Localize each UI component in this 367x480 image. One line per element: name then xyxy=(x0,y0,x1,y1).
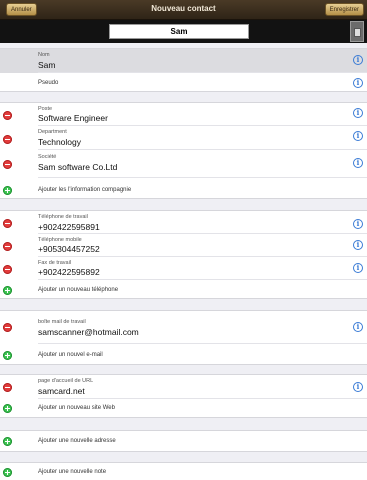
nickname-label: Pseudo xyxy=(38,80,59,86)
add-address-row[interactable]: Ajouter une nouvelle adresse xyxy=(0,431,367,453)
email-label: boîte mail de travail xyxy=(38,319,86,325)
position-label: Poste xyxy=(38,106,53,112)
company-label: Société xyxy=(38,154,57,160)
info-icon[interactable]: i xyxy=(353,131,363,141)
phone-field[interactable]: +902422595891 xyxy=(38,222,100,232)
minus-circle-icon[interactable] xyxy=(3,160,12,169)
add-phone-row[interactable]: Ajouter un nouveau téléphone xyxy=(0,280,367,300)
plus-circle-icon[interactable] xyxy=(3,286,12,295)
minus-circle-icon[interactable] xyxy=(3,323,12,332)
minus-circle-icon[interactable] xyxy=(3,135,12,144)
add-email-row[interactable]: Ajouter un nouvel e-mail xyxy=(0,344,367,366)
info-icon[interactable]: i xyxy=(353,78,363,88)
contact-display-name: Sam xyxy=(109,24,249,39)
company-field[interactable]: Sam software Co.Ltd xyxy=(38,162,117,172)
position-field[interactable]: Software Engineer xyxy=(38,113,108,123)
department-row[interactable]: Department Technology i xyxy=(0,126,367,150)
plus-circle-icon[interactable] xyxy=(3,404,12,413)
phone-label: Téléphone mobile xyxy=(38,237,82,243)
department-label: Department xyxy=(38,129,67,135)
plus-circle-icon[interactable] xyxy=(3,468,12,477)
nickname-row[interactable]: Pseudo i xyxy=(0,73,367,93)
add-email-label: Ajouter un nouvel e-mail xyxy=(38,352,103,358)
info-icon[interactable]: i xyxy=(353,108,363,118)
phone-field[interactable]: +902422595892 xyxy=(38,267,100,277)
name-row[interactable]: Nom Sam i xyxy=(0,49,367,73)
name-label: Nom xyxy=(38,52,50,58)
add-url-row[interactable]: Ajouter un nouveau site Web xyxy=(0,399,367,419)
email-row[interactable]: boîte mail de travail samscanner@hotmail… xyxy=(0,311,367,344)
add-url-label: Ajouter un nouveau site Web xyxy=(38,405,115,411)
phone-section: Téléphone de travail +902422595891 i Tél… xyxy=(0,210,367,299)
department-field[interactable]: Technology xyxy=(38,137,81,147)
info-icon[interactable]: i xyxy=(353,219,363,229)
phone-label: Fax de travail xyxy=(38,260,72,266)
add-note-label: Ajouter une nouvelle note xyxy=(38,469,107,475)
info-icon[interactable]: i xyxy=(353,55,363,65)
minus-circle-icon[interactable] xyxy=(3,242,12,251)
add-company-row[interactable]: Ajouter les l'information compagnie xyxy=(0,178,367,200)
email-field[interactable]: samscanner@hotmail.com xyxy=(38,327,139,337)
navigation-bar: Annuler Nouveau contact Enregistrer xyxy=(0,0,367,20)
plus-circle-icon[interactable] xyxy=(3,437,12,446)
add-note-row[interactable]: Ajouter une nouvelle note xyxy=(0,463,367,480)
company-row[interactable]: Société Sam software Co.Ltd i xyxy=(0,150,367,178)
plus-circle-icon[interactable] xyxy=(3,351,12,360)
card-thumbnail[interactable] xyxy=(350,21,364,42)
minus-circle-icon[interactable] xyxy=(3,383,12,392)
info-icon[interactable]: i xyxy=(353,158,363,168)
email-section: boîte mail de travail samscanner@hotmail… xyxy=(0,310,367,365)
info-icon[interactable]: i xyxy=(353,263,363,273)
phone-row[interactable]: Fax de travail +902422595892 i xyxy=(0,257,367,280)
phone-field[interactable]: +905304457252 xyxy=(38,244,100,254)
page-title: Nouveau contact xyxy=(151,4,216,13)
phone-row[interactable]: Téléphone de travail +902422595891 i xyxy=(0,211,367,234)
address-section: Ajouter une nouvelle adresse xyxy=(0,430,367,452)
minus-circle-icon[interactable] xyxy=(3,111,12,120)
add-phone-label: Ajouter un nouveau téléphone xyxy=(38,287,119,293)
info-icon[interactable]: i xyxy=(353,322,363,332)
info-icon[interactable]: i xyxy=(353,240,363,250)
minus-circle-icon[interactable] xyxy=(3,219,12,228)
position-row[interactable]: Poste Software Engineer i xyxy=(0,103,367,126)
info-icon[interactable]: i xyxy=(353,382,363,392)
plus-circle-icon[interactable] xyxy=(3,186,12,195)
contact-header: Sam xyxy=(0,20,367,43)
name-section: Nom Sam i Pseudo i xyxy=(0,48,367,92)
name-field[interactable]: Sam xyxy=(38,60,55,70)
minus-circle-icon[interactable] xyxy=(3,265,12,274)
note-section: Ajouter une nouvelle note xyxy=(0,462,367,480)
add-company-label: Ajouter les l'information compagnie xyxy=(38,187,132,193)
save-button[interactable]: Enregistrer xyxy=(324,3,364,16)
company-section: Poste Software Engineer i Department Tec… xyxy=(0,102,367,199)
document-icon xyxy=(354,28,361,37)
url-row[interactable]: page d'accueil de URL samcard.net i xyxy=(0,375,367,399)
url-section: page d'accueil de URL samcard.net i Ajou… xyxy=(0,374,367,418)
url-label: page d'accueil de URL xyxy=(38,378,94,384)
add-address-label: Ajouter une nouvelle adresse xyxy=(38,438,116,444)
url-field[interactable]: samcard.net xyxy=(38,386,85,396)
phone-row[interactable]: Téléphone mobile +905304457252 i xyxy=(0,234,367,257)
phone-label: Téléphone de travail xyxy=(38,214,88,220)
